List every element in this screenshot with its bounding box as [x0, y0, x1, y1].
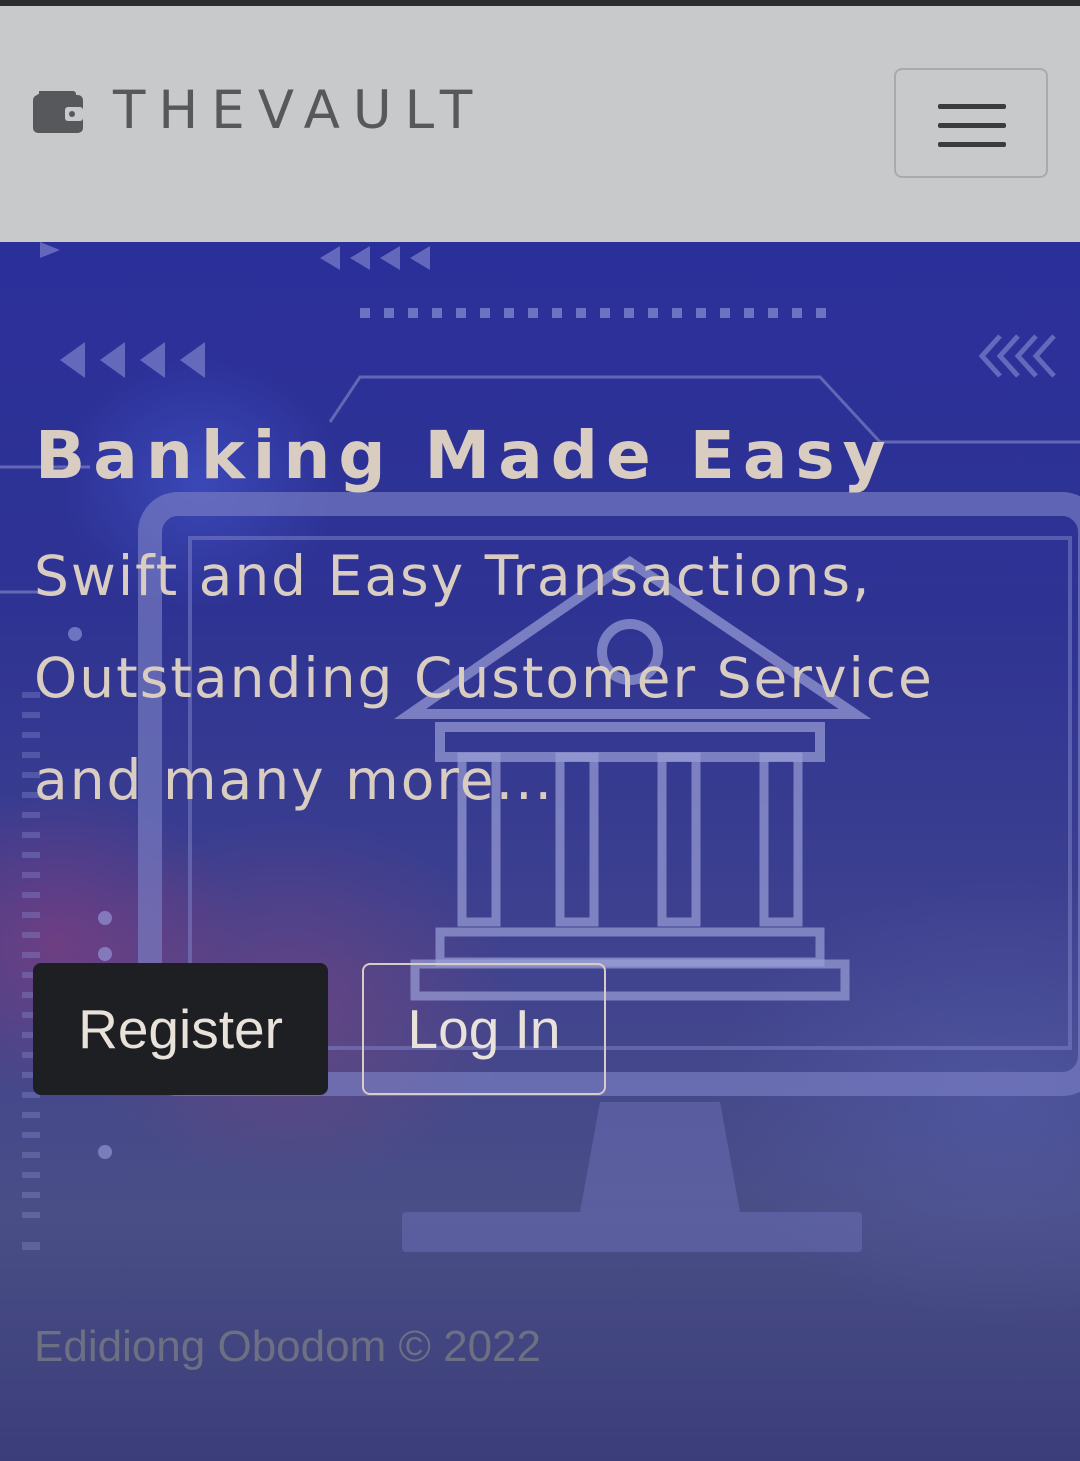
hamburger-menu-icon — [938, 104, 1006, 148]
wallet-icon — [33, 90, 83, 133]
hero-title: Banking Made Easy — [35, 417, 894, 494]
navbar-toggle-button[interactable] — [894, 68, 1048, 178]
hero-section: Banking Made Easy Swift and Easy Transac… — [0, 242, 1080, 1461]
navbar: THEVAULT — [0, 6, 1080, 242]
register-button[interactable]: Register — [33, 963, 328, 1095]
brand-name: THEVAULT — [113, 80, 486, 141]
brand-link[interactable]: THEVAULT — [33, 84, 485, 137]
login-button[interactable]: Log In — [362, 963, 606, 1095]
footer-copyright: Edidiong Obodom © 2022 — [34, 1322, 541, 1371]
hero-lead: Swift and Easy Transactions, Outstanding… — [34, 544, 934, 812]
